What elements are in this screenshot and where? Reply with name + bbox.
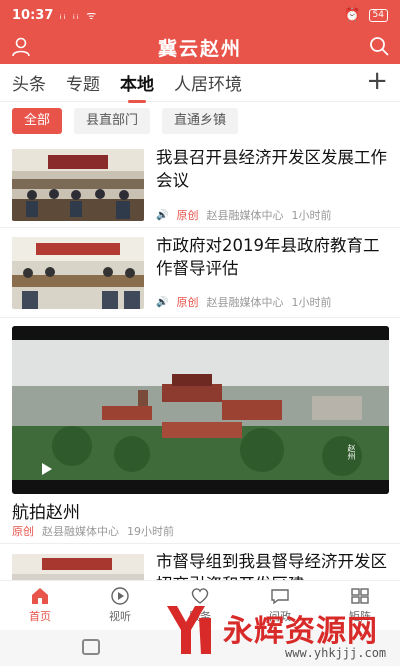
nav-home[interactable]: 首页 bbox=[0, 581, 80, 630]
watermark-url: www.yhkjjj.com bbox=[285, 646, 387, 660]
news-thumbnail bbox=[12, 237, 144, 309]
news-title: 我县召开县经济开发区发展工作会议 bbox=[156, 148, 387, 190]
nav-label: 视听 bbox=[109, 610, 131, 623]
status-time: 10:37 bbox=[12, 7, 54, 23]
app-title: 冀云赵州 bbox=[157, 37, 242, 60]
original-badge: 原创 bbox=[176, 296, 199, 309]
news-item[interactable]: 市政府对2019年县政府教育工作督导评估 🔊 原创 赵县融媒体中心 1小时前 bbox=[0, 228, 400, 318]
add-tab-button[interactable]: + bbox=[366, 68, 388, 94]
news-title: 市督导组到我县督导经济开发区招商引资和开发区建 bbox=[156, 552, 387, 580]
status-bar: 10:37 ᵢᵢ ᵢᵢ ᯤ ⏰ 54 bbox=[0, 0, 400, 30]
news-meta: 🔊 原创 赵县融媒体中心 1小时前 bbox=[156, 294, 331, 310]
nav-media[interactable]: 视听 bbox=[80, 581, 160, 630]
news-item[interactable]: 市督导组到我县督导经济开发区招商引资和开发区建 bbox=[0, 545, 400, 580]
home-icon bbox=[32, 588, 48, 604]
play-circle-icon bbox=[111, 587, 129, 605]
user-icon[interactable] bbox=[10, 36, 32, 58]
watermark: 永辉资源网 www.yhkjjj.com bbox=[155, 598, 395, 664]
app-header: 冀云赵州 bbox=[0, 30, 400, 64]
watermark-logo-icon bbox=[167, 606, 211, 654]
news-thumbnail bbox=[12, 554, 144, 580]
news-source: 赵县融媒体中心 bbox=[206, 296, 284, 309]
filter-all[interactable]: 全部 bbox=[12, 108, 63, 134]
signal-icon: ᵢᵢ ᵢᵢ ᯤ bbox=[59, 8, 99, 22]
search-icon[interactable] bbox=[368, 35, 390, 57]
audio-icon[interactable]: 🔊 bbox=[156, 210, 168, 221]
watermark-brand: 永辉资源网 bbox=[223, 614, 378, 649]
original-badge: 原创 bbox=[12, 525, 34, 538]
alarm-icon: ⏰ bbox=[344, 7, 361, 23]
news-time: 1小时前 bbox=[291, 296, 332, 309]
original-badge: 原创 bbox=[176, 209, 199, 222]
category-tabs: 头条 专题 本地 人居环境 + bbox=[0, 64, 400, 103]
nav-label: 首页 bbox=[29, 610, 51, 623]
audio-icon[interactable]: 🔊 bbox=[156, 297, 168, 308]
filter-townships[interactable]: 直通乡镇 bbox=[162, 108, 239, 134]
tab-topics[interactable]: 专题 bbox=[66, 70, 100, 95]
divider bbox=[0, 543, 400, 544]
video-time: 19小时前 bbox=[127, 525, 174, 538]
filter-chips: 全部 县直部门 直通乡镇 bbox=[12, 108, 239, 136]
tab-living-environment[interactable]: 人居环境 bbox=[174, 70, 242, 95]
tab-headlines[interactable]: 头条 bbox=[12, 70, 46, 95]
news-meta: 🔊 原创 赵县融媒体中心 1小时前 bbox=[156, 207, 331, 223]
news-source: 赵县融媒体中心 bbox=[206, 209, 284, 222]
news-thumbnail bbox=[12, 149, 144, 221]
video-title[interactable]: 航拍赵州 bbox=[12, 498, 80, 523]
video-player[interactable] bbox=[12, 326, 389, 494]
video-overlay-label: 赵州 bbox=[347, 444, 356, 460]
news-title: 市政府对2019年县政府教育工作督导评估 bbox=[156, 236, 380, 278]
battery-icon: 54 bbox=[368, 8, 388, 22]
news-item[interactable]: 我县召开县经济开发区发展工作会议 🔊 原创 赵县融媒体中心 1小时前 bbox=[0, 140, 400, 228]
filter-county-departments[interactable]: 县直部门 bbox=[74, 108, 151, 134]
video-source: 赵县融媒体中心 bbox=[42, 525, 119, 538]
tab-local[interactable]: 本地 bbox=[120, 70, 154, 103]
news-time: 1小时前 bbox=[291, 209, 332, 222]
video-meta: 原创 赵县融媒体中心 19小时前 bbox=[12, 523, 174, 539]
home-key-icon[interactable] bbox=[82, 639, 100, 655]
